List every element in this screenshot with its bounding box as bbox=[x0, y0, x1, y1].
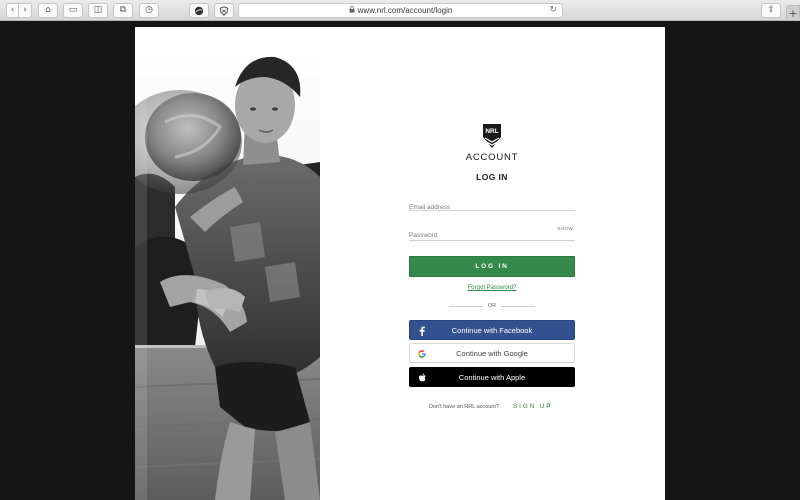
chevron-right-icon[interactable]: › bbox=[548, 402, 551, 410]
address-url: www.nrl.com/account/login bbox=[357, 6, 453, 15]
signup-row: Don't have an NRL account? SIGN UP › bbox=[409, 402, 575, 413]
account-title: ACCOUNT bbox=[465, 152, 519, 163]
nrl-logo-text: NRL bbox=[485, 128, 498, 135]
reload-icon[interactable]: ↻ bbox=[549, 5, 557, 15]
divider-line-right bbox=[501, 306, 535, 307]
password-input[interactable] bbox=[409, 228, 575, 243]
sidebar-button[interactable]: ◫ bbox=[88, 3, 108, 18]
new-tab-button[interactable]: + bbox=[786, 5, 800, 21]
forward-button[interactable]: › bbox=[19, 3, 32, 18]
forgot-password-link[interactable]: Forgot Password? bbox=[409, 285, 575, 291]
apple-button-label: Continue with Apple bbox=[458, 372, 526, 382]
tab-overview-button[interactable]: ⧉ bbox=[113, 3, 133, 18]
print-button[interactable]: ▭ bbox=[63, 3, 83, 18]
facebook-icon bbox=[417, 325, 427, 336]
continue-with-apple-button[interactable]: Continue with Apple bbox=[409, 367, 575, 387]
extension-button-1[interactable] bbox=[189, 3, 209, 18]
login-page: NRL ACCOUNT LOG IN SHOW LOG IN Forgot Pa… bbox=[135, 27, 665, 500]
login-button[interactable]: LOG IN bbox=[409, 256, 575, 277]
history-button[interactable]: ◷ bbox=[139, 3, 159, 18]
login-heading: LOG IN bbox=[476, 172, 508, 182]
address-bar[interactable]: www.nrl.com/account/login ↻ bbox=[238, 3, 563, 18]
google-icon bbox=[417, 348, 427, 359]
browser-toolbar: ‹ › ⌂ ▭ ◫ ⧉ ◷ www.nrl.com/account/login … bbox=[0, 0, 800, 21]
nrl-logo[interactable]: NRL bbox=[481, 123, 503, 149]
continue-with-google-button[interactable]: Continue with Google bbox=[409, 343, 575, 363]
email-field bbox=[409, 196, 575, 215]
home-button[interactable]: ⌂ bbox=[38, 3, 58, 18]
lock-icon bbox=[349, 6, 355, 15]
signup-link[interactable]: SIGN UP bbox=[513, 403, 552, 410]
password-field: SHOW bbox=[409, 224, 575, 243]
email-input[interactable] bbox=[409, 200, 575, 215]
share-button[interactable]: ⇪ bbox=[761, 3, 781, 18]
extension-shield-icon bbox=[219, 5, 229, 16]
signup-question: Don't have an NRL account? bbox=[429, 404, 499, 410]
back-button[interactable]: ‹ bbox=[6, 3, 19, 18]
extension-globe-icon bbox=[194, 6, 204, 15]
or-divider: OR bbox=[449, 302, 535, 311]
apple-icon bbox=[417, 372, 427, 383]
extension-button-2[interactable] bbox=[214, 3, 234, 18]
continue-with-facebook-button[interactable]: Continue with Facebook bbox=[409, 320, 575, 340]
hero-player-photo bbox=[135, 27, 320, 500]
login-panel: NRL ACCOUNT LOG IN SHOW LOG IN Forgot Pa… bbox=[409, 27, 575, 500]
show-password-toggle[interactable]: SHOW bbox=[557, 227, 573, 232]
google-button-label: Continue with Google bbox=[456, 348, 528, 358]
facebook-button-label: Continue with Facebook bbox=[451, 325, 533, 335]
